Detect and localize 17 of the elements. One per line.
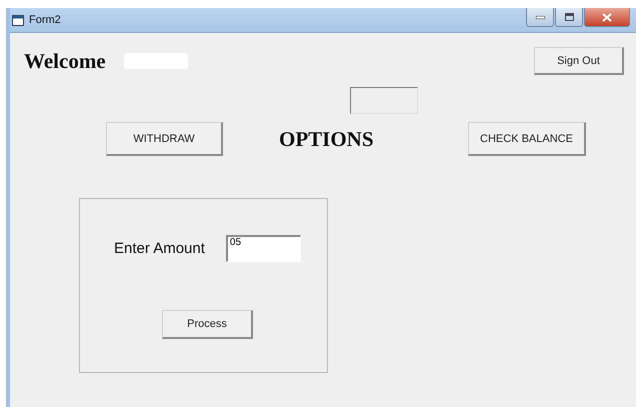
minimize-icon bbox=[536, 16, 544, 18]
maximize-button[interactable] bbox=[555, 8, 583, 27]
empty-field bbox=[350, 87, 418, 114]
amount-input[interactable]: 05 bbox=[226, 235, 301, 262]
close-icon bbox=[602, 12, 612, 22]
check-balance-button[interactable]: CHECK BALANCE bbox=[468, 122, 586, 156]
process-button[interactable]: Process bbox=[162, 310, 253, 339]
window-title: Form2 bbox=[29, 14, 61, 26]
options-heading: OPTIONS bbox=[279, 126, 374, 152]
form-icon bbox=[12, 14, 24, 26]
welcome-label: Welcome bbox=[24, 48, 106, 74]
amount-label: Enter Amount bbox=[114, 240, 205, 257]
close-button[interactable] bbox=[584, 8, 630, 27]
withdraw-button[interactable]: WITHDRAW bbox=[106, 122, 223, 156]
maximize-icon bbox=[564, 13, 574, 21]
minimize-button[interactable] bbox=[526, 8, 554, 27]
sign-out-button[interactable]: Sign Out bbox=[534, 47, 624, 75]
